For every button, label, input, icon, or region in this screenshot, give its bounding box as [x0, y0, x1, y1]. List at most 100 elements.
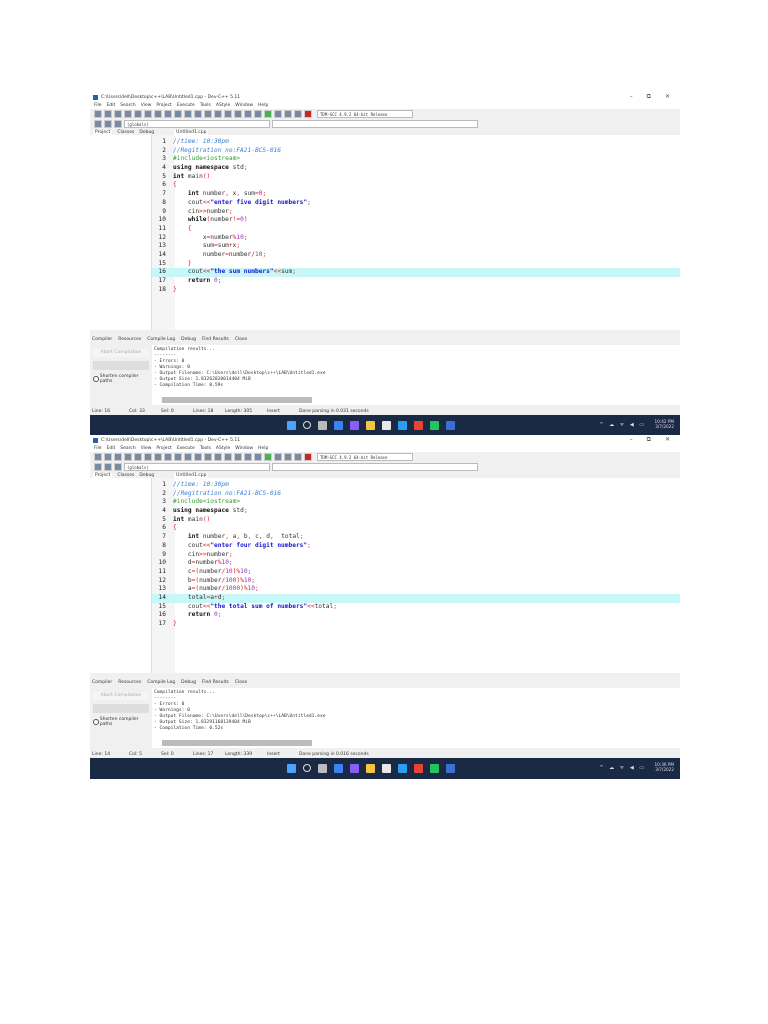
- code-line[interactable]: 4 using namespace std;: [152, 164, 680, 173]
- menu-item-project[interactable]: Project: [156, 446, 171, 451]
- scope-select[interactable]: (globals): [124, 120, 270, 128]
- menu-item-tools[interactable]: Tools: [200, 103, 211, 108]
- code-line[interactable]: 18}: [152, 286, 680, 295]
- tab-compiler[interactable]: Compiler: [92, 337, 112, 342]
- code-line[interactable]: 16 cout<<"the sum numbers"<<sum;: [152, 268, 680, 277]
- toolbar-icon[interactable]: [194, 453, 202, 461]
- toolbar-icon[interactable]: [94, 453, 102, 461]
- toolbar-icon[interactable]: [204, 110, 212, 118]
- code-editor[interactable]: 1 //time: 10:30pm 2 //Regitration no:FA21-B…: [152, 478, 680, 673]
- code-line[interactable]: 17}: [152, 620, 680, 629]
- menu-item-edit[interactable]: Edit: [107, 446, 116, 451]
- whatsapp-icon[interactable]: [430, 764, 439, 773]
- toolbar-icon[interactable]: [294, 453, 302, 461]
- maximize-button[interactable]: ⧉: [647, 93, 651, 101]
- code-line[interactable]: 6{: [152, 524, 680, 533]
- tab-resources[interactable]: Resources: [118, 680, 141, 685]
- toolbar-icon[interactable]: [174, 453, 182, 461]
- toolbar-icon[interactable]: [244, 110, 252, 118]
- code-line[interactable]: 16 return 0;: [152, 611, 680, 620]
- store-icon[interactable]: [382, 764, 391, 773]
- abort-compilation-button[interactable]: Abort Compilation: [93, 692, 149, 700]
- code-line[interactable]: 15 }: [152, 260, 680, 269]
- code-line[interactable]: 7 int number, a, b, c, d, total;: [152, 533, 680, 542]
- widgets-icon[interactable]: [334, 421, 343, 430]
- toolbar-icon[interactable]: [94, 463, 102, 471]
- chat-icon[interactable]: [350, 421, 359, 430]
- toolbar-icon[interactable]: [104, 120, 112, 128]
- tab-close[interactable]: Close: [235, 680, 247, 685]
- devcpp-icon[interactable]: [446, 764, 455, 773]
- system-tray-icons[interactable]: ^ ☁ ᯤ ◀ ▭: [599, 422, 646, 428]
- shorten-paths-checkbox[interactable]: Shorten compiler paths: [93, 717, 149, 727]
- start-icon[interactable]: [287, 421, 296, 430]
- toolbar-icon[interactable]: [124, 453, 132, 461]
- toolbar-icon[interactable]: [224, 453, 232, 461]
- code-line[interactable]: 9 cin>>number;: [152, 208, 680, 217]
- clock[interactable]: 10:42 PM 3/7/2022: [654, 419, 674, 429]
- code-line[interactable]: 7 int number, x, sum=0;: [152, 190, 680, 199]
- code-line[interactable]: 4 using namespace std;: [152, 507, 680, 516]
- toolbar-icon[interactable]: [304, 453, 312, 461]
- menu-item-window[interactable]: Window: [235, 103, 253, 108]
- compiler-select[interactable]: TDM-GCC 4.9.2 64-bit Release: [317, 110, 413, 118]
- toolbar-icon[interactable]: [94, 110, 102, 118]
- close-button[interactable]: ✕: [665, 436, 670, 444]
- toolbar-icon[interactable]: [264, 453, 272, 461]
- menu-item-window[interactable]: Window: [235, 446, 253, 451]
- toolbar-icon[interactable]: [214, 110, 222, 118]
- code-line[interactable]: 9 cin>>number;: [152, 551, 680, 560]
- checkbox-icon[interactable]: [93, 719, 99, 725]
- member-select[interactable]: [272, 463, 478, 471]
- toolbar-icon[interactable]: [264, 110, 272, 118]
- code-line[interactable]: 10 while(number!=0): [152, 216, 680, 225]
- code-line[interactable]: 11 c=(number/10)%10;: [152, 568, 680, 577]
- code-line[interactable]: 13 a=(number/1000)%10;: [152, 585, 680, 594]
- code-line[interactable]: 14 total=a+d;: [152, 593, 680, 603]
- chrome-icon[interactable]: [414, 421, 423, 430]
- toolbar-icon[interactable]: [154, 453, 162, 461]
- toolbar-icon[interactable]: [104, 110, 112, 118]
- toolbar-icon[interactable]: [164, 453, 172, 461]
- search-icon[interactable]: [303, 421, 311, 429]
- code-line[interactable]: 6{: [152, 181, 680, 190]
- code-line[interactable]: 2 //Regitration no:FA21-BCS-016: [152, 147, 680, 156]
- toolbar-icon[interactable]: [184, 453, 192, 461]
- task-view-icon[interactable]: [318, 421, 327, 430]
- code-line[interactable]: 12 x=number%10;: [152, 234, 680, 243]
- code-line[interactable]: 8 cout<<"enter five digit numbers";: [152, 199, 680, 208]
- toolbar-icon[interactable]: [204, 453, 212, 461]
- tab-compiler[interactable]: Compiler: [92, 680, 112, 685]
- tab-find-results[interactable]: Find Results: [202, 680, 229, 685]
- code-line[interactable]: 12 b=(number/100)%10;: [152, 577, 680, 586]
- maximize-button[interactable]: ⧉: [647, 436, 651, 444]
- toolbar-icon[interactable]: [304, 110, 312, 118]
- start-icon[interactable]: [287, 764, 296, 773]
- task-view-icon[interactable]: [318, 764, 327, 773]
- code-line[interactable]: 17 return 0;: [152, 277, 680, 286]
- toolbar-icon[interactable]: [94, 120, 102, 128]
- code-line[interactable]: 5 int main(): [152, 173, 680, 182]
- menu-item-tools[interactable]: Tools: [200, 446, 211, 451]
- toolbar-icon[interactable]: [154, 110, 162, 118]
- menu-item-execute[interactable]: Execute: [177, 446, 195, 451]
- toolbar-icon[interactable]: [174, 110, 182, 118]
- toolbar-icon[interactable]: [194, 110, 202, 118]
- minimize-button[interactable]: –: [630, 93, 633, 101]
- tab-debug[interactable]: Debug: [181, 337, 196, 342]
- code-line[interactable]: 8 cout<<"enter four digit numbers";: [152, 542, 680, 551]
- toolbar-icon[interactable]: [214, 453, 222, 461]
- toolbar-icon[interactable]: [164, 110, 172, 118]
- tab-compile-log[interactable]: Compile Log: [147, 680, 175, 685]
- code-line[interactable]: 14 number=number/10;: [152, 251, 680, 260]
- menu-item-execute[interactable]: Execute: [177, 103, 195, 108]
- toolbar-icon[interactable]: [144, 110, 152, 118]
- horizontal-scrollbar[interactable]: [162, 740, 312, 746]
- menu-item-search[interactable]: Search: [120, 446, 135, 451]
- edge-icon[interactable]: [398, 421, 407, 430]
- toolbar-icon[interactable]: [244, 453, 252, 461]
- toolbar-icon[interactable]: [254, 453, 262, 461]
- menu-item-view[interactable]: View: [141, 446, 152, 451]
- toolbar-icon[interactable]: [114, 453, 122, 461]
- minimize-button[interactable]: –: [630, 436, 633, 444]
